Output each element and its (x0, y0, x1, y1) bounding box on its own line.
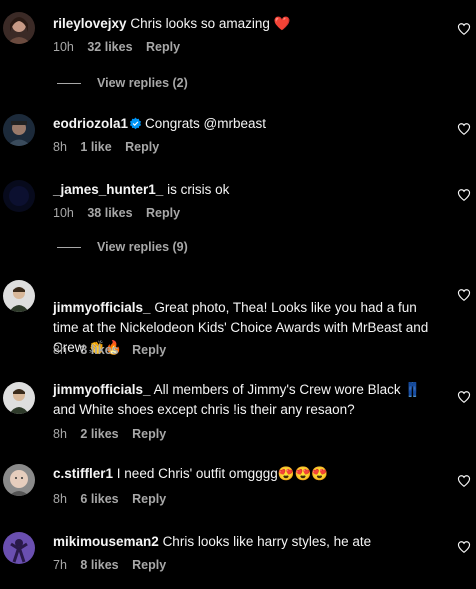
comment-meta: 8h 2 likes Reply (53, 427, 176, 441)
comment-likes[interactable]: 3 likes (80, 343, 118, 357)
comment-username[interactable]: jimmyofficials_ (53, 300, 151, 315)
comment-meta: 8h 6 likes Reply (53, 492, 176, 506)
comment-time: 10h (53, 206, 74, 220)
comment-time: 8h (53, 140, 67, 154)
heart-outline-icon[interactable] (457, 288, 471, 302)
reply-button[interactable]: Reply (146, 40, 180, 54)
comment-meta: 7h 8 likes Reply (53, 558, 176, 572)
avatar[interactable] (3, 532, 35, 564)
heart-outline-icon[interactable] (457, 390, 471, 404)
comment-meta: 10h 38 likes Reply (53, 206, 190, 220)
comment-time: 7h (53, 558, 67, 572)
avatar[interactable] (3, 382, 35, 414)
avatar[interactable] (3, 12, 35, 44)
comment-body: is crisis ok (167, 182, 230, 197)
comment-text-block: rileylovejxy Chris looks so amazing ❤️ (53, 14, 445, 34)
comment-meta: 10h 32 likes Reply (53, 40, 190, 54)
verified-badge-icon (129, 117, 142, 130)
comment-body: I need Chris' outfit omgggg😍😍😍 (116, 466, 329, 481)
comment-text-block: _james_hunter1_ is crisis ok (53, 180, 445, 200)
comment-username[interactable]: jimmyofficials_ (53, 382, 151, 397)
comment-body: Congrats @mrbeast (145, 116, 267, 131)
heart-outline-icon[interactable] (457, 188, 471, 202)
comment-likes[interactable]: 2 likes (80, 427, 118, 441)
comment-likes[interactable]: 6 likes (80, 492, 118, 506)
heart-outline-icon[interactable] (457, 122, 471, 136)
reply-button[interactable]: Reply (132, 427, 166, 441)
view-replies-label: View replies (9) (97, 240, 188, 254)
reply-button[interactable]: Reply (146, 206, 180, 220)
comment-likes[interactable]: 38 likes (87, 206, 132, 220)
comment-time: 10h (53, 40, 74, 54)
comment-likes[interactable]: 32 likes (87, 40, 132, 54)
avatar[interactable] (3, 280, 35, 312)
avatar[interactable] (3, 464, 35, 496)
reply-button[interactable]: Reply (132, 492, 166, 506)
comment-username[interactable]: rileylovejxy (53, 16, 127, 31)
avatar[interactable] (3, 114, 35, 146)
comment-text-block: jimmyofficials_ All members of Jimmy's C… (53, 380, 445, 420)
heart-outline-icon[interactable] (457, 540, 471, 554)
comment-meta: 8h 3 likes Reply (53, 343, 176, 357)
reply-button[interactable]: Reply (132, 558, 166, 572)
comment-likes[interactable]: 1 like (80, 140, 111, 154)
divider (57, 82, 81, 84)
comment-time: 8h (53, 492, 67, 506)
comment-text-block: mikimouseman2 Chris looks like harry sty… (53, 532, 445, 552)
comment-username[interactable]: eodriozola1 (53, 116, 128, 131)
comment-time: 8h (53, 427, 67, 441)
avatar[interactable] (3, 180, 35, 212)
view-replies-button[interactable]: View replies (2) (57, 76, 188, 90)
comment-username[interactable]: mikimouseman2 (53, 534, 159, 549)
reply-button[interactable]: Reply (125, 140, 159, 154)
divider (57, 246, 81, 248)
view-replies-button[interactable]: View replies (9) (57, 240, 188, 254)
comment-username[interactable]: _james_hunter1_ (53, 182, 163, 197)
heart-outline-icon[interactable] (457, 474, 471, 488)
comment-time: 8h (53, 343, 67, 357)
comment-text-block: c.stiffler1 I need Chris' outfit omgggg😍… (53, 464, 445, 484)
view-replies-label: View replies (2) (97, 76, 188, 90)
reply-button[interactable]: Reply (132, 343, 166, 357)
comment-meta: 8h 1 like Reply (53, 140, 169, 154)
comment-text-block: eodriozola1 Congrats @mrbeast (53, 114, 445, 134)
comment-body: Chris looks so amazing ❤️ (130, 16, 291, 31)
comment-likes[interactable]: 8 likes (80, 558, 118, 572)
heart-outline-icon[interactable] (457, 22, 471, 36)
comment-username[interactable]: c.stiffler1 (53, 466, 113, 481)
comment-body: Chris looks like harry styles, he ate (162, 534, 372, 549)
